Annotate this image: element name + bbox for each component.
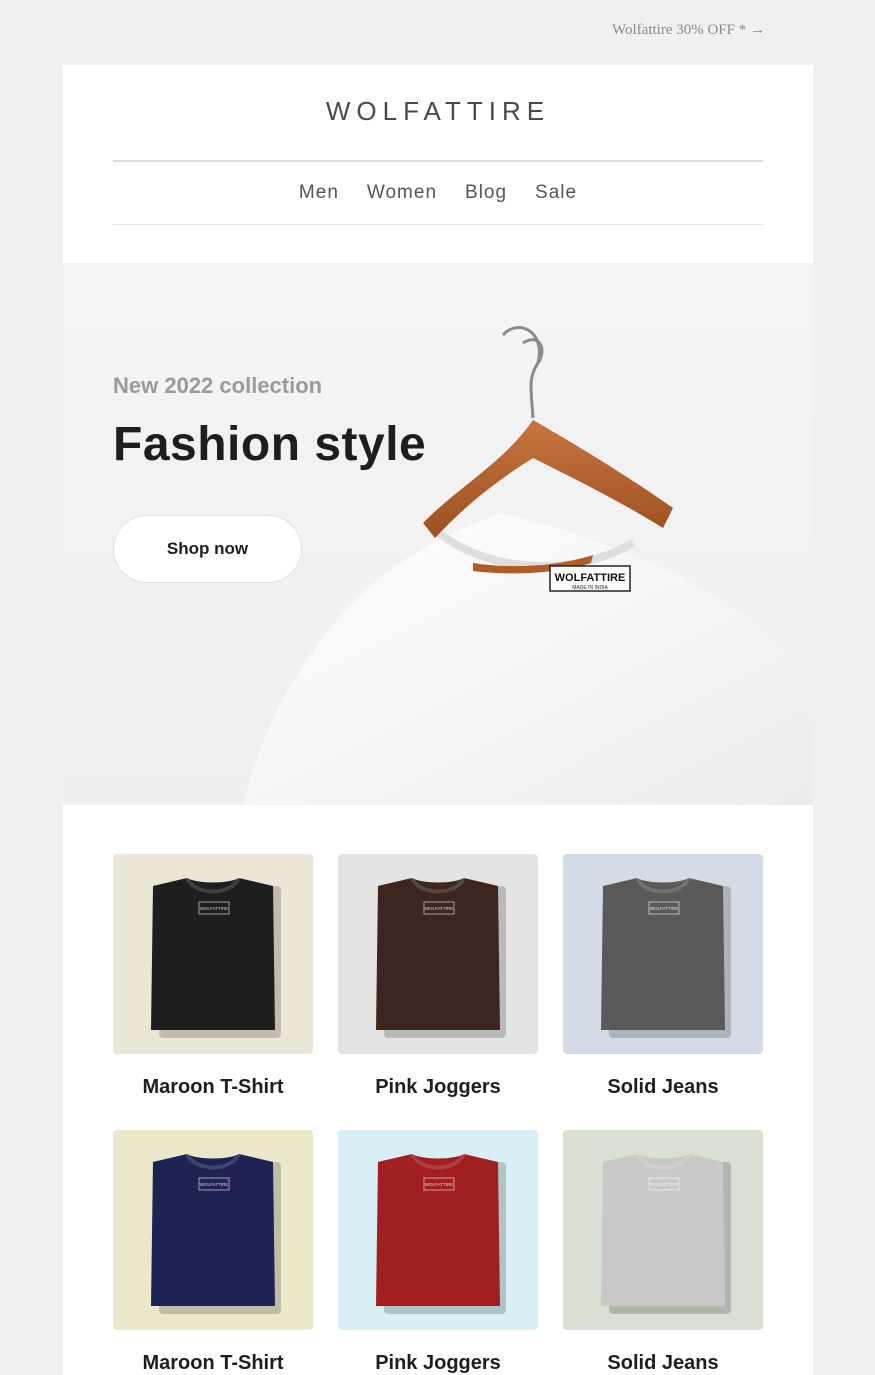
product-title[interactable]: Pink Joggers (338, 1352, 538, 1375)
brand-logo[interactable]: WOLFATTIRE (63, 96, 813, 127)
nav-divider-bottom (113, 224, 763, 225)
product-image[interactable]: WOLFATTIRE (338, 854, 538, 1054)
email-container: WOLFATTIRE Men Women Blog Sale WOLFATTIR… (63, 65, 813, 1375)
hero-tag-sub: MADE IN INDIA (572, 585, 608, 591)
product-title[interactable]: Solid Jeans (563, 1352, 763, 1375)
product-title[interactable]: Solid Jeans (563, 1076, 763, 1099)
product-tag-label: WOLFATTIRE (425, 906, 453, 911)
product-card[interactable]: WOLFATTIRE Solid Jeans (563, 1130, 763, 1375)
product-card[interactable]: WOLFATTIRE Pink Joggers (338, 1130, 538, 1375)
product-image[interactable]: WOLFATTIRE (338, 1130, 538, 1330)
nav-item-women[interactable]: Women (367, 182, 437, 204)
product-title[interactable]: Maroon T-Shirt (113, 1352, 313, 1375)
folded-tshirt-icon: WOLFATTIRE (601, 876, 731, 1038)
nav-item-sale[interactable]: Sale (535, 182, 577, 204)
product-card[interactable]: WOLFATTIRE Maroon T-Shirt (113, 854, 313, 1130)
product-tag-label: WOLFATTIRE (425, 1182, 453, 1187)
nav-item-blog[interactable]: Blog (465, 182, 507, 204)
main-nav: Men Women Blog Sale (63, 182, 813, 204)
hero-title: Fashion style (113, 418, 427, 471)
product-tag-label: WOLFATTIRE (650, 1182, 678, 1187)
product-image[interactable]: WOLFATTIRE (563, 854, 763, 1054)
hero-eyebrow: New 2022 collection (113, 373, 323, 398)
product-card[interactable]: WOLFATTIRE Pink Joggers (338, 854, 538, 1130)
product-tag-label: WOLFATTIRE (200, 1182, 228, 1187)
folded-tshirt-icon: WOLFATTIRE (151, 876, 281, 1038)
folded-tshirt-icon: WOLFATTIRE (601, 1152, 731, 1314)
product-grid: WOLFATTIRE Maroon T-Shirt WOLFATTIRE Pin… (113, 854, 763, 1375)
shop-now-button[interactable]: Shop now (113, 515, 302, 583)
preheader-link[interactable]: Wolfattire 30% OFF * → (612, 22, 765, 39)
product-image[interactable]: WOLFATTIRE (113, 854, 313, 1054)
folded-tshirt-icon: WOLFATTIRE (151, 1152, 281, 1314)
hero-banner: WOLFATTIRE MADE IN INDIA New 2022 collec… (63, 263, 813, 805)
product-tag-label: WOLFATTIRE (650, 906, 678, 911)
product-card[interactable]: WOLFATTIRE Maroon T-Shirt (113, 1130, 313, 1375)
nav-item-men[interactable]: Men (299, 182, 339, 204)
folded-tshirt-icon: WOLFATTIRE (376, 1152, 506, 1314)
product-card[interactable]: WOLFATTIRE Solid Jeans (563, 854, 763, 1130)
header: WOLFATTIRE Men Women Blog Sale (63, 65, 813, 263)
product-image[interactable]: WOLFATTIRE (563, 1130, 763, 1330)
product-tag-label: WOLFATTIRE (200, 906, 228, 911)
product-title[interactable]: Maroon T-Shirt (113, 1076, 313, 1099)
hero-tag-label: WOLFATTIRE (555, 572, 626, 584)
folded-tshirt-icon: WOLFATTIRE (376, 876, 506, 1038)
nav-divider-top (113, 160, 763, 162)
product-image[interactable]: WOLFATTIRE (113, 1130, 313, 1330)
product-title[interactable]: Pink Joggers (338, 1076, 538, 1099)
